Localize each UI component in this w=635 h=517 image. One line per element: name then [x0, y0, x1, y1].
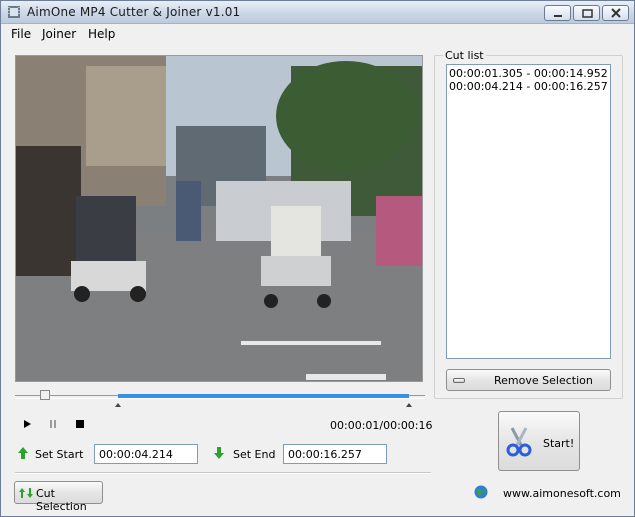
seek-bar[interactable]	[15, 390, 425, 410]
seek-thumb[interactable]	[40, 390, 50, 400]
film-strip-icon	[7, 5, 21, 19]
menu-help[interactable]: Help	[88, 27, 115, 41]
play-button[interactable]	[20, 417, 34, 431]
minimize-icon	[554, 15, 562, 17]
set-end-button[interactable]	[213, 446, 225, 463]
start-label: Start!	[543, 437, 575, 450]
play-icon	[24, 420, 31, 428]
remove-icon	[453, 378, 465, 383]
list-item[interactable]: 00:00:01.305 - 00:00:14.952	[449, 67, 608, 80]
green-up-arrow-icon	[18, 447, 28, 459]
remove-selection-label: Remove Selection	[494, 374, 593, 387]
title-bar[interactable]: AimOne MP4 Cutter & Joiner v1.01	[1, 1, 634, 24]
cut-selection-label: Cut Selection	[36, 487, 87, 513]
set-start-label[interactable]: Set Start	[35, 448, 83, 461]
pause-icon	[50, 420, 56, 428]
start-marker[interactable]	[115, 403, 121, 407]
pause-button[interactable]	[46, 417, 60, 431]
selection-range	[118, 394, 409, 398]
app-window: AimOne MP4 Cutter & Joiner v1.01 File Jo…	[0, 0, 635, 517]
end-time-field[interactable]: 00:00:16.257	[283, 444, 387, 464]
menu-bar: File Joiner Help	[1, 25, 634, 43]
close-icon	[611, 8, 621, 18]
video-frame-image	[16, 56, 422, 381]
remove-selection-button[interactable]: Remove Selection	[446, 369, 611, 391]
stop-button[interactable]	[72, 417, 86, 431]
window-title: AimOne MP4 Cutter & Joiner v1.01	[27, 5, 241, 19]
cut-list-label: Cut list	[443, 49, 486, 62]
green-arrows-icon	[19, 488, 33, 498]
separator	[15, 472, 431, 474]
set-start-button[interactable]	[17, 446, 29, 463]
globe-icon	[474, 485, 488, 499]
time-readout: 00:00:01/00:00:16	[330, 419, 433, 432]
cut-list-box[interactable]: 00:00:01.305 - 00:00:14.952 00:00:04.214…	[446, 64, 611, 359]
stop-icon	[76, 420, 84, 428]
start-button[interactable]: Start!	[498, 411, 580, 471]
cut-selection-button[interactable]: Cut Selection	[14, 481, 103, 513]
close-button[interactable]	[602, 5, 629, 21]
menu-joiner[interactable]: Joiner	[42, 27, 76, 41]
minimize-button[interactable]	[544, 5, 571, 21]
end-marker[interactable]	[406, 403, 412, 407]
scissors-icon	[506, 427, 532, 457]
maximize-icon	[582, 9, 593, 18]
menu-file[interactable]: File	[11, 27, 31, 41]
start-time-field[interactable]: 00:00:04.214	[94, 444, 198, 464]
set-end-label[interactable]: Set End	[233, 448, 275, 461]
website-link[interactable]: www.aimonesoft.com	[503, 487, 621, 500]
green-down-arrow-icon	[214, 447, 224, 459]
maximize-button[interactable]	[573, 5, 600, 21]
list-item[interactable]: 00:00:04.214 - 00:00:16.257	[449, 80, 608, 93]
video-preview[interactable]	[15, 55, 423, 382]
